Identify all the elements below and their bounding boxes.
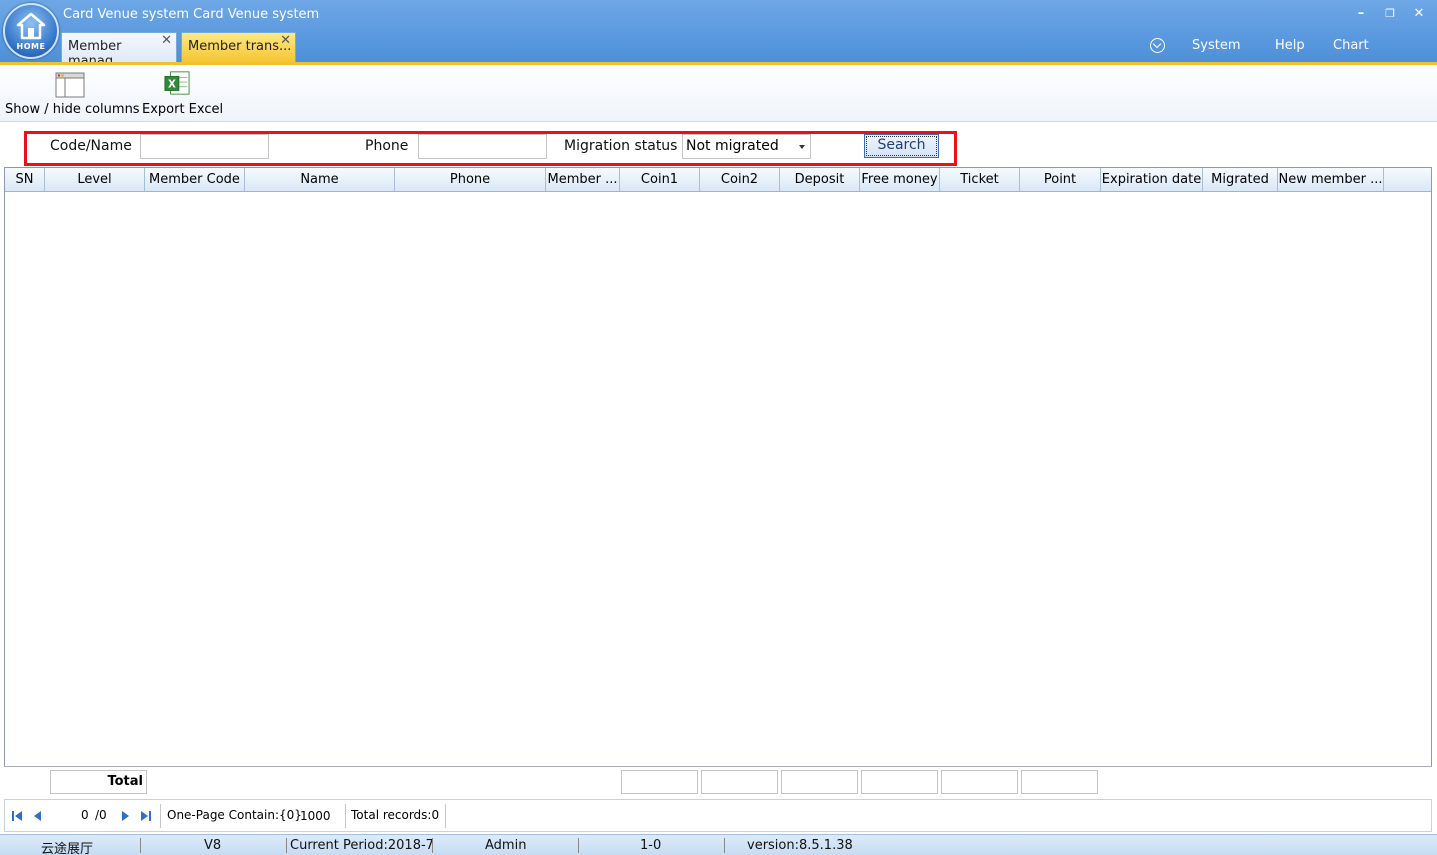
code-name-input[interactable] (140, 134, 269, 159)
home-button[interactable]: HOME (3, 3, 59, 59)
col-migrated[interactable]: Migrated (1203, 168, 1278, 191)
excel-icon: X (164, 71, 190, 95)
menu-chart[interactable]: Chart (1333, 38, 1369, 53)
total-point (1021, 770, 1098, 794)
status-period: Current Period:2018-7 (290, 838, 434, 853)
minimize-button[interactable]: – (1351, 4, 1371, 24)
toolbar: Show / hide columns X Export Excel (0, 65, 1437, 122)
first-page-icon[interactable] (10, 809, 24, 823)
search-button[interactable]: Search (864, 134, 939, 158)
phone-label: Phone (365, 138, 409, 154)
show-hide-columns-button[interactable]: Show / hide columns (5, 65, 140, 122)
col-deposit[interactable]: Deposit (780, 168, 860, 191)
col-free-money[interactable]: Free money (860, 168, 940, 191)
col-coin1[interactable]: Coin1 (620, 168, 700, 191)
current-page[interactable]: 0 (81, 808, 89, 822)
total-records: Total records:0 (351, 808, 440, 822)
title-bar: HOME Card Venue system Card Venue system… (0, 0, 1437, 69)
col-member-code[interactable]: Member Code (145, 168, 245, 191)
status-user: Admin (485, 838, 527, 853)
status-divider (724, 838, 725, 853)
close-button[interactable]: ✕ (1409, 4, 1429, 24)
status-version: version:8.5.1.38 (747, 838, 853, 853)
svg-text:X: X (168, 80, 176, 91)
columns-icon (55, 72, 85, 98)
member-table: SN Level Member Code Name Phone Member .… (4, 167, 1432, 798)
export-excel-label: Export Excel (142, 102, 224, 117)
menu-system[interactable]: System (1192, 38, 1240, 53)
total-deposit (781, 770, 858, 794)
phone-input[interactable] (418, 134, 547, 159)
pager: 0 /0 One-Page Contain:{0} 1000 Total rec… (4, 799, 1432, 832)
status-bar: 云途展厅 V8 Current Period:2018-7 Admin 1-0 … (0, 834, 1437, 855)
total-free-money (861, 770, 938, 794)
col-ticket[interactable]: Ticket (940, 168, 1020, 191)
chevron-down-icon[interactable] (1150, 38, 1165, 53)
tab-label: Member trans... (188, 39, 292, 54)
migration-status-select[interactable]: Not migrated (682, 134, 811, 159)
code-name-label: Code/Name (50, 138, 132, 154)
next-page-icon[interactable] (118, 809, 132, 823)
chevron-down-icon (799, 145, 805, 149)
home-icon (16, 12, 46, 40)
col-point[interactable]: Point (1020, 168, 1101, 191)
col-expiration-date[interactable]: Expiration date (1101, 168, 1203, 191)
prev-page-icon[interactable] (31, 809, 45, 823)
col-coin2[interactable]: Coin2 (700, 168, 780, 191)
migration-status-value: Not migrated (686, 138, 779, 154)
status-divider (578, 838, 579, 853)
migration-status-label: Migration status (564, 138, 678, 154)
col-phone[interactable]: Phone (395, 168, 546, 191)
menu-help[interactable]: Help (1275, 38, 1305, 53)
page-size-label: One-Page Contain:{0} (167, 808, 302, 822)
status-venue: 云途展厅 (41, 842, 94, 855)
pager-divider (345, 804, 346, 828)
pager-divider (160, 804, 161, 828)
page-size-input[interactable]: 1000 (300, 809, 331, 823)
tab-member-management[interactable]: Member manag... ✕ (61, 32, 177, 69)
tab-close-icon[interactable]: ✕ (280, 33, 291, 48)
total-coin1 (621, 770, 698, 794)
page-total: /0 (95, 808, 107, 822)
table-header: SN Level Member Code Name Phone Member .… (5, 168, 1431, 192)
status-divider (432, 838, 433, 853)
last-page-icon[interactable] (139, 809, 153, 823)
window-title: Card Venue system Card Venue system (63, 7, 320, 22)
pager-divider (445, 804, 446, 828)
restore-button[interactable]: ❐ (1380, 4, 1400, 24)
status-terminal: 1-0 (640, 838, 662, 853)
status-divider (140, 838, 141, 853)
col-level[interactable]: Level (45, 168, 145, 191)
home-label: HOME (16, 42, 46, 51)
total-label: Total (50, 770, 147, 794)
status-version-short: V8 (204, 838, 222, 853)
col-sn[interactable]: SN (5, 168, 45, 191)
show-hide-columns-label: Show / hide columns (5, 102, 140, 117)
col-new-member[interactable]: New member ... (1278, 168, 1384, 191)
total-ticket (941, 770, 1018, 794)
total-row: Total (4, 766, 1432, 798)
export-excel-button[interactable]: X Export Excel (140, 65, 223, 122)
status-divider (286, 838, 287, 853)
tab-member-transfer[interactable]: Member trans... ✕ (181, 32, 296, 62)
total-coin2 (701, 770, 778, 794)
col-member-type[interactable]: Member ... (546, 168, 620, 191)
col-name[interactable]: Name (245, 168, 395, 191)
tab-close-icon[interactable]: ✕ (161, 33, 172, 48)
